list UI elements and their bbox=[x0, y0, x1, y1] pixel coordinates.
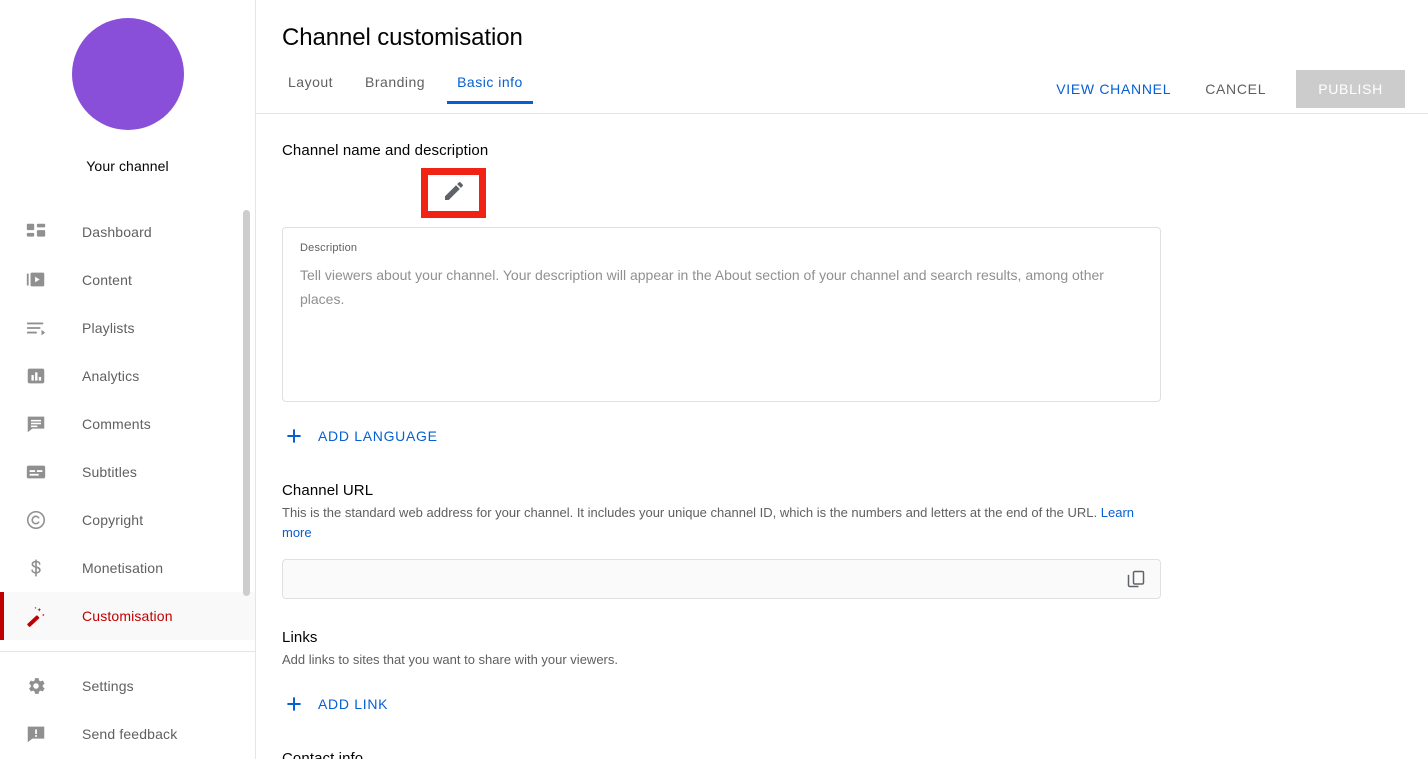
magic-wand-icon bbox=[24, 604, 48, 628]
channel-url-description: This is the standard web address for you… bbox=[282, 503, 1162, 543]
sidebar-item-subtitles[interactable]: Subtitles bbox=[0, 448, 255, 496]
edit-channel-name-button[interactable] bbox=[421, 168, 486, 218]
channel-name-row bbox=[282, 159, 1428, 223]
sidebar-item-label: Dashboard bbox=[82, 224, 152, 240]
subtitles-icon bbox=[24, 460, 48, 484]
sidebar: Your channel Dashboard Content Playlists… bbox=[0, 0, 256, 759]
sidebar-item-settings[interactable]: Settings bbox=[0, 662, 255, 710]
sidebar-divider bbox=[0, 651, 255, 652]
channel-url-description-text: This is the standard web address for you… bbox=[282, 505, 1098, 520]
channel-name-heading: Channel name and description bbox=[282, 142, 489, 159]
dollar-icon bbox=[24, 556, 48, 580]
sidebar-item-monetisation[interactable]: Monetisation bbox=[0, 544, 255, 592]
settings-form: Channel name and description Description… bbox=[256, 114, 1428, 759]
links-heading: Links bbox=[282, 629, 318, 646]
tab-layout[interactable]: Layout bbox=[282, 74, 349, 104]
tab-branding[interactable]: Branding bbox=[349, 74, 441, 104]
sidebar-item-content[interactable]: Content bbox=[0, 256, 255, 304]
add-link-button[interactable]: ADD LINK bbox=[282, 688, 388, 720]
tab-basic-info[interactable]: Basic info bbox=[441, 74, 539, 104]
channel-url-section: Channel URL This is the standard web add… bbox=[282, 482, 1428, 599]
pencil-icon bbox=[442, 179, 466, 208]
analytics-icon bbox=[24, 364, 48, 388]
sidebar-item-dashboard[interactable]: Dashboard bbox=[0, 208, 255, 256]
sidebar-item-label: Comments bbox=[82, 416, 151, 432]
feedback-icon bbox=[24, 722, 48, 746]
links-description: Add links to sites that you want to shar… bbox=[282, 652, 618, 667]
header-actions: VIEW CHANNEL CANCEL PUBLISH bbox=[1042, 70, 1405, 108]
copy-icon[interactable] bbox=[1124, 567, 1148, 591]
sidebar-item-copyright[interactable]: Copyright bbox=[0, 496, 255, 544]
tab-label: Basic info bbox=[457, 74, 523, 90]
avatar[interactable] bbox=[71, 18, 184, 130]
channel-name-label: Your channel bbox=[86, 158, 169, 174]
plus-icon bbox=[282, 424, 306, 448]
sidebar-nav: Dashboard Content Playlists Analytics Co… bbox=[0, 208, 255, 758]
sidebar-item-label: Playlists bbox=[82, 320, 135, 336]
tab-bar: Layout Branding Basic info bbox=[282, 74, 539, 104]
youtube-studio-page: Your channel Dashboard Content Playlists… bbox=[0, 0, 1428, 759]
contact-info-heading: Contact info bbox=[282, 750, 364, 759]
channel-identity: Your channel bbox=[0, 0, 255, 174]
sidebar-item-label: Settings bbox=[82, 678, 134, 694]
dashboard-icon bbox=[24, 220, 48, 244]
sidebar-item-analytics[interactable]: Analytics bbox=[0, 352, 255, 400]
copyright-icon bbox=[24, 508, 48, 532]
sidebar-item-send-feedback[interactable]: Send feedback bbox=[0, 710, 255, 758]
sidebar-item-label: Copyright bbox=[82, 512, 144, 528]
sidebar-item-label: Subtitles bbox=[82, 464, 138, 480]
links-section: Links Add links to sites that you want t… bbox=[282, 629, 1428, 720]
tab-label: Layout bbox=[288, 74, 334, 90]
add-language-button[interactable]: ADD LANGUAGE bbox=[282, 420, 438, 452]
publish-button[interactable]: PUBLISH bbox=[1296, 70, 1405, 108]
channel-url-input[interactable] bbox=[282, 559, 1161, 599]
cancel-button[interactable]: CANCEL bbox=[1191, 71, 1280, 107]
channel-url-heading: Channel URL bbox=[282, 482, 374, 499]
sidebar-item-playlists[interactable]: Playlists bbox=[0, 304, 255, 352]
sidebar-scrollbar[interactable] bbox=[243, 210, 250, 596]
content-icon bbox=[24, 268, 48, 292]
view-channel-button[interactable]: VIEW CHANNEL bbox=[1042, 71, 1185, 107]
description-label: Description bbox=[300, 242, 358, 254]
playlists-icon bbox=[24, 316, 48, 340]
add-link-label: ADD LINK bbox=[318, 696, 389, 712]
sidebar-item-comments[interactable]: Comments bbox=[0, 400, 255, 448]
contact-info-section: Contact info Let people know how to cont… bbox=[282, 750, 1428, 759]
description-placeholder: Tell viewers about your channel. Your de… bbox=[300, 267, 1104, 307]
main-content: Channel customisation Layout Branding Ba… bbox=[256, 0, 1428, 759]
sidebar-item-label: Content bbox=[82, 272, 133, 288]
sidebar-item-label: Analytics bbox=[82, 368, 140, 384]
add-language-label: ADD LANGUAGE bbox=[318, 428, 438, 444]
sidebar-item-label: Monetisation bbox=[82, 560, 164, 576]
page-title: Channel customisation bbox=[282, 24, 523, 51]
gear-icon bbox=[24, 674, 48, 698]
sidebar-item-label: Customisation bbox=[82, 608, 173, 624]
sidebar-item-label: Send feedback bbox=[82, 726, 178, 742]
tab-label: Branding bbox=[365, 74, 426, 90]
description-field[interactable]: Description Tell viewers about your chan… bbox=[282, 227, 1161, 402]
page-header: Channel customisation Layout Branding Ba… bbox=[256, 0, 1428, 114]
comments-icon bbox=[24, 412, 48, 436]
channel-name-section: Channel name and description Description… bbox=[282, 142, 1428, 452]
plus-icon bbox=[282, 692, 306, 716]
sidebar-item-customisation[interactable]: Customisation bbox=[0, 592, 255, 640]
